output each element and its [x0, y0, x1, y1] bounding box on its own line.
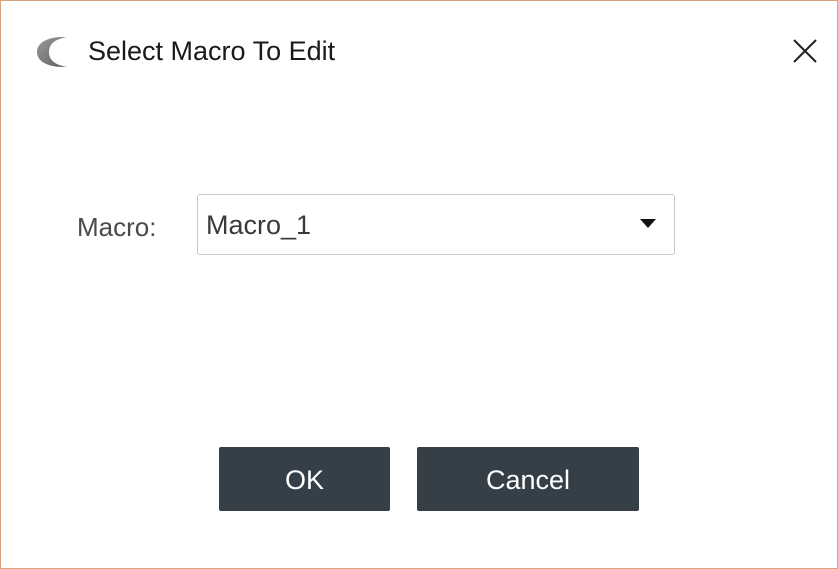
title-bar: Select Macro To Edit: [1, 1, 837, 101]
macro-label: Macro:: [77, 212, 157, 242]
ok-button[interactable]: OK: [219, 447, 390, 511]
close-button[interactable]: [783, 29, 827, 73]
macro-select[interactable]: Macro_1: [197, 194, 675, 255]
macro-select-value: Macro_1: [206, 210, 312, 240]
cancel-button[interactable]: Cancel: [417, 447, 639, 511]
dropdown-arrow-icon: [640, 219, 656, 228]
crescent-logo-icon: [33, 35, 71, 69]
select-macro-dialog: Select Macro To Edit Macro: Macro_1 OK C…: [0, 0, 838, 569]
dialog-title: Select Macro To Edit: [88, 36, 336, 66]
